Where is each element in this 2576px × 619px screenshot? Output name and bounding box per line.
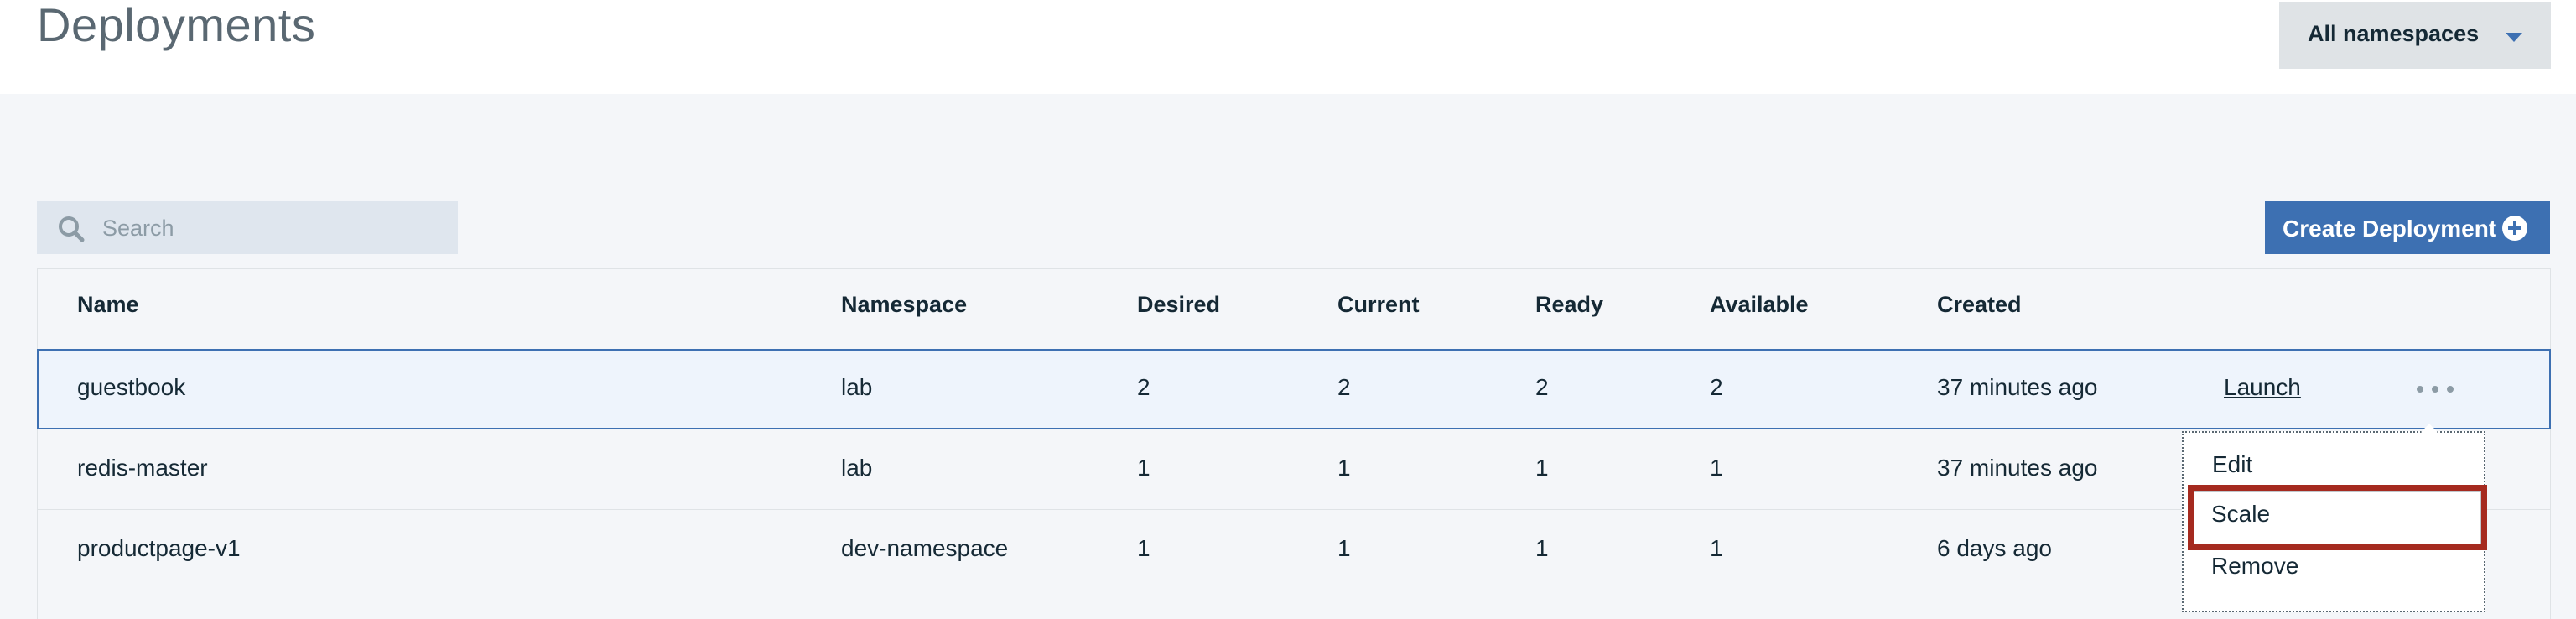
row-available: 1 [1710,455,1723,481]
row-current: 1 [1337,535,1351,561]
create-deployment-button[interactable]: Create Deployment [2265,201,2550,254]
column-header-current[interactable]: Current [1337,292,1420,318]
page-title: Deployments [37,0,316,51]
create-deployment-label: Create Deployment [2283,216,2497,242]
launch-link[interactable]: Launch [2224,374,2301,401]
menu-item-scale[interactable]: Scale [2211,501,2270,528]
column-header-desired[interactable]: Desired [1137,292,1220,318]
row-desired: 1 [1137,535,1150,561]
row-available: 2 [1710,374,1723,400]
search-box[interactable] [37,201,458,256]
menu-item-edit[interactable]: Edit [2212,451,2252,478]
search-input[interactable] [101,201,448,256]
row-namespace: lab [841,455,873,481]
caret-down-icon [2506,33,2522,42]
table-row[interactable] [37,510,2551,590]
column-header-ready[interactable]: Ready [1535,292,1603,318]
namespace-select-value: All namespaces [2308,21,2480,46]
row-desired: 1 [1137,455,1150,481]
page-header: Deployments All namespaces [0,0,2576,94]
row-ready: 2 [1535,374,1549,400]
row-name: productpage-v1 [77,535,241,561]
row-current: 1 [1337,455,1351,481]
row-available: 1 [1710,535,1723,561]
table-row[interactable] [37,429,2551,510]
overflow-dot [2447,386,2454,393]
row-created: 6 days ago [1937,535,2052,561]
column-header-available[interactable]: Available [1710,292,1809,318]
column-header-created[interactable]: Created [1937,292,2022,318]
column-header-name[interactable]: Name [77,292,139,318]
column-header-namespace[interactable]: Namespace [841,292,967,318]
row-name: guestbook [77,374,186,400]
row-current: 2 [1337,374,1351,400]
row-ready: 1 [1535,455,1549,481]
row-ready: 1 [1535,535,1549,561]
add-circle-icon [2502,216,2527,241]
overflow-dot [2417,386,2423,393]
row-name: redis-master [77,455,208,481]
row-namespace: lab [841,374,873,400]
table-row[interactable] [37,349,2551,429]
menu-item-remove[interactable]: Remove [2211,553,2298,580]
overflow-menu-icon[interactable] [2415,376,2455,401]
row-desired: 2 [1137,374,1150,400]
overflow-dot [2432,386,2438,393]
row-namespace: dev-namespace [841,535,1009,561]
row-created: 37 minutes ago [1937,374,2098,400]
search-icon [59,216,85,242]
row-created: 37 minutes ago [1937,455,2098,481]
namespace-select[interactable]: All namespaces [2279,2,2551,69]
